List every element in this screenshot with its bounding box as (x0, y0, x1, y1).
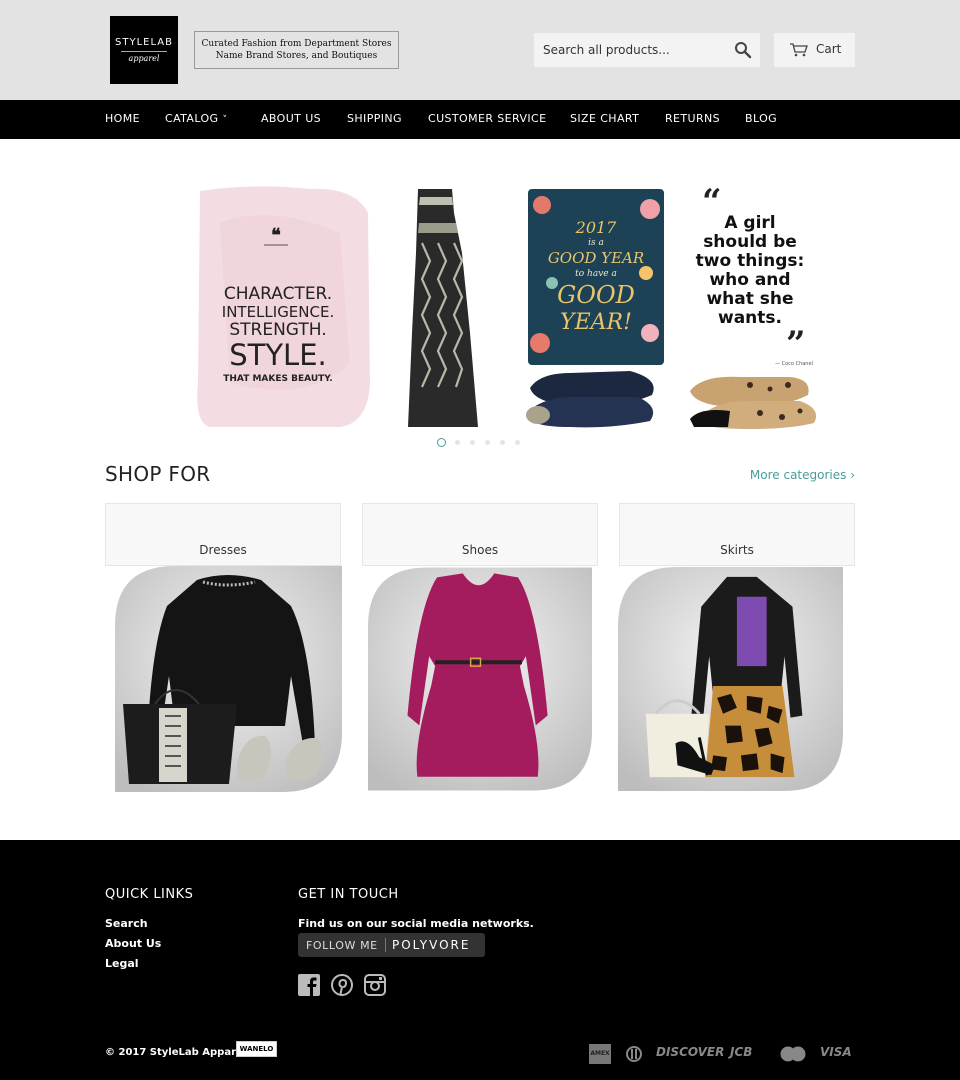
chanel-line-5: what she (706, 289, 793, 309)
facebook-icon[interactable] (298, 974, 320, 996)
planner-line-5: GOOD (557, 281, 635, 309)
category-label: Dresses (199, 543, 247, 557)
quote-line-3: STRENGTH. (229, 320, 326, 340)
chevron-down-icon: ˅ (222, 115, 228, 125)
shop-for-title: SHOP FOR (105, 462, 211, 486)
search-icon[interactable] (734, 41, 752, 59)
main-nav: HOME CATALOG ˅ ABOUT US SHIPPING CUSTOMER… (0, 100, 960, 139)
mastercard-icon (780, 1046, 806, 1062)
site-header: STYLELAB apparel Curated Fashion from De… (0, 0, 960, 100)
nav-item-about-us[interactable]: ABOUT US (261, 112, 321, 125)
diners-club-icon (626, 1046, 642, 1062)
amex-icon: AMEX (589, 1044, 611, 1064)
planner-line-1: 2017 (575, 218, 618, 237)
logo-text: STYLELAB (115, 37, 173, 48)
planner-line-2: is a (588, 238, 604, 248)
quick-links-heading: QUICK LINKS (105, 887, 194, 902)
quote-panel-1: ❝ CHARACTER. INTELLIGENCE. STRENGTH. STY… (197, 186, 370, 427)
search-bar (534, 33, 760, 67)
polyvore-follow-button[interactable]: FOLLOW ME POLYVORE (298, 933, 485, 957)
quote-line-4: STYLE. (229, 338, 327, 372)
hero-slider[interactable]: ❝ CHARACTER. INTELLIGENCE. STRENGTH. STY… (190, 182, 830, 429)
maxi-dress-image (408, 189, 478, 427)
footer-link-about-us[interactable]: About Us (105, 937, 161, 950)
tagline-line-2: Name Brand Stores, and Boutiques (215, 51, 378, 61)
chanel-attribution: — Coco Chanel (775, 361, 813, 367)
slider-dots (437, 437, 527, 448)
pinterest-icon[interactable] (331, 974, 353, 996)
close-quote-icon: ” (786, 324, 806, 364)
quote-panel-2: “ A girl should be two things: who and w… (690, 182, 817, 429)
planner-image: 2017 is a GOOD YEAR to have a GOOD YEAR! (526, 189, 664, 428)
slider-dot-5[interactable] (500, 440, 505, 445)
planner-line-4: to have a (575, 269, 617, 279)
site-footer: QUICK LINKS Search About Us Legal GET IN… (0, 840, 960, 1080)
cart-button[interactable]: Cart (774, 33, 855, 67)
chanel-line-2: should be (703, 232, 797, 252)
site-logo[interactable]: STYLELAB apparel (110, 16, 178, 84)
follow-label: FOLLOW ME (306, 939, 378, 952)
nav-item-returns[interactable]: RETURNS (665, 112, 720, 125)
footer-link-search[interactable]: Search (105, 917, 148, 930)
category-label: Skirts (720, 543, 754, 557)
nav-item-size-chart[interactable]: SIZE CHART (570, 112, 639, 125)
copyright-text: © 2017 StyleLab Apparel (105, 1047, 247, 1058)
chanel-line-1: A girl (724, 213, 775, 233)
nav-item-home[interactable]: HOME (105, 112, 140, 125)
wanelo-badge[interactable]: WANELO (236, 1041, 277, 1057)
category-label: Shoes (461, 543, 499, 557)
polyvore-label: POLYVORE (392, 938, 471, 952)
footer-link-legal[interactable]: Legal (105, 957, 139, 970)
slider-dot-3[interactable] (470, 440, 475, 445)
get-in-touch-heading: GET IN TOUCH (298, 887, 399, 902)
site-tagline: Curated Fashion from Department Stores N… (194, 31, 399, 69)
quote-line-2: INTELLIGENCE. (222, 303, 334, 321)
nav-item-catalog-label: CATALOG (165, 112, 219, 125)
slider-dot-4[interactable] (485, 440, 490, 445)
category-image-dresses (115, 566, 342, 792)
nav-item-blog[interactable]: BLOG (745, 112, 777, 125)
quote-mark-icon: ❝ (271, 225, 281, 246)
open-quote-icon: “ (702, 183, 722, 222)
chanel-line-3: two things: (696, 251, 805, 271)
quote-line-5: THAT MAKES BEAUTY. (223, 374, 332, 384)
planner-line-3: GOOD YEAR (548, 249, 644, 267)
tagline-line-1: Curated Fashion from Department Stores (201, 39, 392, 49)
jcb-icon: JCB (730, 1045, 753, 1059)
nav-item-customer-service[interactable]: CUSTOMER SERVICE (428, 112, 546, 125)
nav-item-catalog[interactable]: CATALOG ˅ (165, 112, 227, 125)
instagram-icon[interactable] (364, 974, 386, 996)
cart-label: Cart (816, 42, 842, 56)
social-text: Find us on our social media networks. (298, 917, 534, 930)
cart-icon (790, 43, 808, 57)
planner-line-6: YEAR! (560, 310, 632, 335)
follow-separator (385, 938, 386, 952)
slider-dot-2[interactable] (455, 440, 460, 445)
category-image-shoes (368, 567, 592, 791)
category-image-skirts (618, 566, 843, 792)
visa-icon: VISA (820, 1045, 852, 1059)
quote-line-1: CHARACTER. (224, 284, 332, 304)
more-categories-link[interactable]: More categories › (750, 468, 855, 482)
slide-image: ❝ CHARACTER. INTELLIGENCE. STRENGTH. STY… (197, 182, 817, 429)
search-input[interactable] (534, 33, 724, 67)
logo-subtext: apparel (121, 51, 167, 63)
chanel-line-4: who and (709, 270, 790, 290)
slider-dot-1[interactable] (437, 437, 446, 447)
chanel-line-6: wants. (718, 308, 782, 328)
nav-item-shipping[interactable]: SHIPPING (347, 112, 402, 125)
slider-dot-6[interactable] (515, 440, 520, 445)
discover-icon: DISCOVER (656, 1045, 725, 1059)
